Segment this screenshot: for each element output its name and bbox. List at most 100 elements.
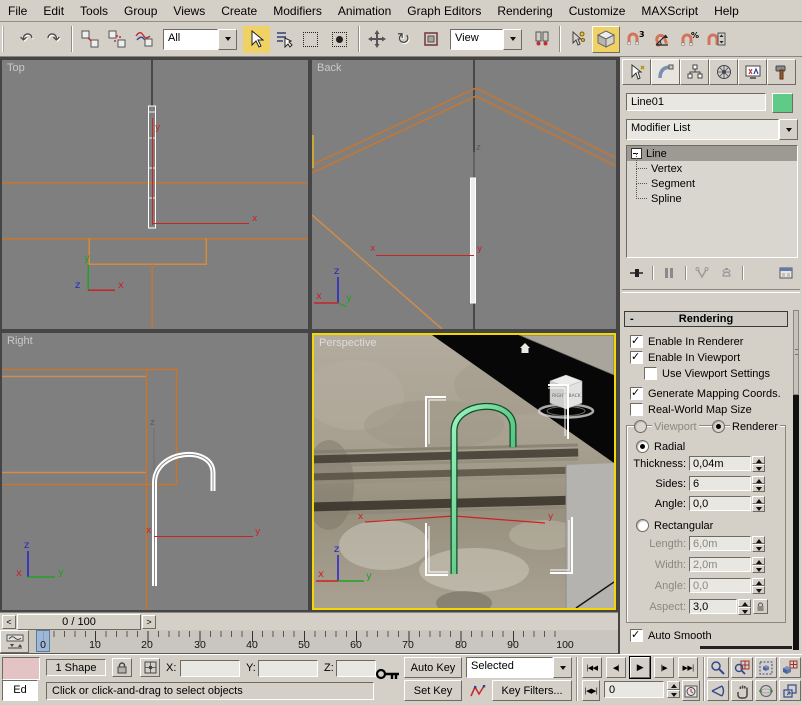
select-and-manipulate-button[interactable]: [564, 26, 591, 53]
menu-rendering[interactable]: Rendering: [489, 1, 560, 21]
z-coordinate-field[interactable]: [336, 660, 376, 677]
modifier-list-dropdown[interactable]: Modifier List: [626, 119, 798, 140]
window-crossing-button[interactable]: [324, 26, 354, 53]
y-coordinate-field[interactable]: [258, 660, 318, 677]
thickness-spinner[interactable]: [752, 456, 765, 472]
menu-graph-editors[interactable]: Graph Editors: [399, 1, 489, 21]
redo-button[interactable]: ↷: [40, 26, 67, 53]
menu-modifiers[interactable]: Modifiers: [265, 1, 330, 21]
snaps-toggle-button[interactable]: [591, 25, 621, 54]
spinner-snap-button[interactable]: [702, 26, 729, 53]
go-to-end-button[interactable]: ▶▶|: [678, 657, 698, 678]
select-object-button[interactable]: [243, 26, 270, 53]
enable-in-renderer-checkbox[interactable]: [630, 335, 643, 348]
viewport-radio[interactable]: [634, 420, 647, 433]
select-and-link-button[interactable]: [76, 26, 103, 53]
menu-maxscript[interactable]: MAXScript: [633, 1, 706, 21]
track-bar[interactable]: 0 10 20 30 40 50 60 70 80 90 100: [0, 630, 618, 654]
reference-coordinate-arrow[interactable]: [503, 29, 522, 50]
tab-motion[interactable]: [709, 59, 738, 85]
menu-views[interactable]: Views: [165, 1, 213, 21]
select-and-scale-button[interactable]: [417, 26, 444, 53]
keyable-selection-dropdown[interactable]: Selected: [466, 657, 572, 678]
time-slider-left-button[interactable]: <: [2, 615, 16, 629]
use-viewport-settings-checkbox[interactable]: [644, 367, 657, 380]
stack-item-vertex[interactable]: Vertex: [627, 161, 797, 176]
play-animation-button[interactable]: ▶: [630, 657, 650, 678]
rect-angle-spinner[interactable]: [752, 578, 765, 594]
aspect-field[interactable]: 3,0: [689, 599, 737, 614]
bind-to-spacewarp-button[interactable]: [130, 26, 157, 53]
time-slider-right-button[interactable]: >: [142, 615, 156, 629]
key-filters-button[interactable]: Key Filters...: [492, 680, 572, 701]
tab-display[interactable]: [738, 59, 767, 85]
show-end-result-button[interactable]: [657, 264, 681, 282]
auto-key-button[interactable]: Auto Key: [404, 657, 462, 678]
select-and-move-button[interactable]: [363, 26, 390, 53]
open-mini-curve-editor-button[interactable]: [0, 630, 29, 653]
tab-modify[interactable]: [651, 59, 680, 85]
percent-snap-button[interactable]: %: [675, 26, 702, 53]
menu-create[interactable]: Create: [213, 1, 265, 21]
stack-item-line[interactable]: Line: [627, 146, 797, 161]
generate-mapping-checkbox[interactable]: [630, 387, 643, 400]
rect-angle-field[interactable]: 0,0: [689, 578, 751, 593]
viewport-back[interactable]: Back z x y z x: [312, 60, 616, 329]
real-world-map-checkbox[interactable]: [630, 403, 643, 416]
maxscript-mini-listener[interactable]: Ed: [2, 680, 38, 701]
make-unique-button[interactable]: [690, 264, 714, 282]
zoom-extents-all-button[interactable]: [779, 657, 801, 678]
selection-filter-arrow[interactable]: [218, 29, 237, 50]
angle-spinner[interactable]: [752, 496, 765, 512]
viewport-right[interactable]: Right z y x z y x: [2, 333, 308, 610]
x-coordinate-field[interactable]: [180, 660, 240, 677]
scrollbar-thumb[interactable]: [793, 310, 799, 395]
radial-radio[interactable]: [636, 440, 649, 453]
selection-filter-dropdown[interactable]: All: [163, 29, 237, 50]
select-by-name-button[interactable]: [270, 26, 297, 53]
stack-item-spline[interactable]: Spline: [627, 191, 797, 206]
menu-file[interactable]: File: [0, 1, 35, 21]
rectangular-selection-region-button[interactable]: [297, 26, 324, 53]
stack-item-segment[interactable]: Segment: [627, 176, 797, 191]
object-name-field[interactable]: Line01: [626, 93, 766, 111]
min-max-toggle-button[interactable]: [779, 680, 801, 701]
width-field[interactable]: 2,0m: [689, 557, 751, 572]
length-spinner[interactable]: [752, 536, 765, 552]
zoom-extents-button[interactable]: [755, 657, 777, 678]
tab-utilities[interactable]: [767, 59, 796, 85]
arc-rotate-button[interactable]: [755, 680, 777, 701]
rollout-scrollbar[interactable]: [793, 310, 799, 650]
undo-button[interactable]: ↶: [13, 26, 40, 53]
enable-in-viewport-checkbox[interactable]: [630, 351, 643, 364]
length-field[interactable]: 6,0m: [689, 536, 751, 551]
viewport-top[interactable]: Top y x y x z: [2, 60, 308, 329]
sides-field[interactable]: 6: [689, 476, 751, 491]
zoom-button[interactable]: [707, 657, 729, 678]
aspect-spinner[interactable]: [738, 599, 751, 615]
next-frame-button[interactable]: |▶: [654, 657, 674, 678]
tab-hierarchy[interactable]: [680, 59, 709, 85]
macro-recorder-line[interactable]: [2, 657, 40, 680]
object-color-swatch[interactable]: [772, 93, 793, 113]
menu-tools[interactable]: Tools: [72, 1, 116, 21]
absolute-offset-toggle-button[interactable]: [140, 658, 160, 677]
time-slider-button[interactable]: 0 / 100: [17, 614, 141, 630]
selection-lock-button[interactable]: [112, 658, 132, 677]
select-and-rotate-button[interactable]: ↻: [390, 26, 417, 53]
width-spinner[interactable]: [752, 557, 765, 573]
snap-3d-button[interactable]: 3: [621, 26, 648, 53]
auto-smooth-checkbox[interactable]: [630, 629, 643, 642]
viewport-top-label[interactable]: Top: [7, 62, 25, 74]
viewport-perspective[interactable]: Perspective: [312, 333, 616, 610]
modifier-list-arrow[interactable]: [779, 119, 798, 140]
key-mode-toggle-button[interactable]: |◀▶|: [582, 680, 600, 701]
pin-stack-button[interactable]: [624, 264, 648, 282]
viewport-back-label[interactable]: Back: [317, 62, 341, 74]
angle-field[interactable]: 0,0: [689, 496, 751, 511]
tab-create[interactable]: [622, 59, 651, 85]
angle-snap-button[interactable]: [648, 26, 675, 53]
reference-coordinate-dropdown[interactable]: View: [450, 29, 522, 50]
viewport-right-label[interactable]: Right: [7, 335, 33, 347]
thickness-field[interactable]: 0,04m: [689, 456, 751, 471]
